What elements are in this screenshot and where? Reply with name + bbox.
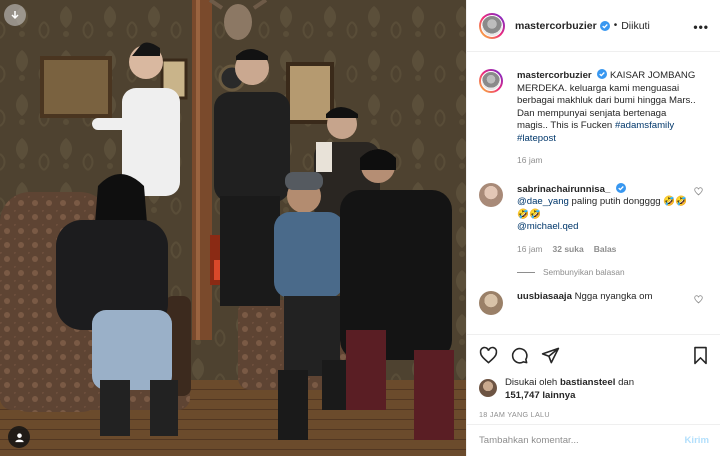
comment-text: Ngga nyangka om [574,291,653,302]
comment-time: 16 jam [517,243,543,254]
author-username[interactable]: mastercorbuzier [515,20,597,32]
verified-badge-icon [615,182,626,193]
user-tag-icon [14,432,24,442]
post-photo[interactable] [0,0,466,456]
post-side-panel: mastercorbuzier • Diikuti ••• mastercorb… [466,0,720,456]
comment-username[interactable]: sabrinachairunnisa_ [517,184,610,195]
comment-item: sabrinachairunnisa_ @dae_yang paling put… [479,182,709,256]
commenter-avatar[interactable] [479,182,503,207]
heart-icon[interactable] [694,186,703,199]
more-horizontal-icon[interactable]: ••• [693,20,709,34]
likes-summary: Disukai oleh bastiansteel dan 151,747 la… [479,377,711,402]
likes-and: dan [618,377,635,388]
liker-username[interactable]: bastiansteel [560,377,615,388]
comment-username[interactable]: uusbiasaaja [517,291,572,302]
add-comment-bar: Kirim [467,424,720,456]
arrow-down-icon [11,11,19,20]
bookmark-icon[interactable] [692,346,709,365]
caption-time: 16 jam [517,155,543,165]
hide-replies-button[interactable]: Sembunyikan balasan [517,267,709,277]
comment-likes[interactable]: 32 suka [553,243,584,256]
group-photo-image [0,0,466,456]
reply-button[interactable]: Balas [594,243,617,256]
photo-nav-button[interactable] [4,4,26,26]
like-heart-icon[interactable] [479,346,498,365]
comment-input[interactable] [479,435,685,446]
caption-username[interactable]: mastercorbuzier [517,70,592,81]
post-header: mastercorbuzier • Diikuti ••• [467,0,720,52]
heart-icon[interactable] [694,295,703,307]
verified-badge-icon [599,20,610,31]
comments-list[interactable]: mastercorbuzier KAISAR JOMBANG MERDEKA. … [467,53,720,333]
post-timestamp[interactable]: 18 JAM YANG LALU [479,410,711,419]
comment-item: uusbiasaaja Ngga nyangka om [479,291,709,315]
likes-count[interactable]: 151,747 lainnya [505,390,575,401]
mention-link[interactable]: @dae_yang [517,196,569,207]
hashtag-link[interactable]: #adamsfamily [615,120,674,131]
hashtag-link[interactable]: #latepost [517,133,556,144]
author-avatar[interactable] [479,12,505,39]
caption-avatar[interactable] [479,69,503,93]
tagged-users-button[interactable] [8,426,30,448]
hide-replies-label: Sembunyikan balasan [543,267,625,277]
mention-link[interactable]: @michael.qed [517,221,578,232]
comment-bubble-icon[interactable] [510,346,529,365]
share-send-icon[interactable] [541,346,560,365]
caption: mastercorbuzier KAISAR JOMBANG MERDEKA. … [479,69,709,167]
likes-prefix: Disukai oleh [505,377,558,388]
header-separator: • [613,20,618,31]
commenter-avatar[interactable] [479,291,503,315]
comment-text: paling putih dongggg [568,196,664,207]
liker-avatar[interactable] [479,379,497,397]
follow-status-button[interactable]: Diikuti [621,20,650,32]
verified-badge-icon [597,69,608,79]
post-comment-button[interactable]: Kirim [684,435,709,446]
post-actions: Disukai oleh bastiansteel dan 151,747 la… [467,334,720,419]
